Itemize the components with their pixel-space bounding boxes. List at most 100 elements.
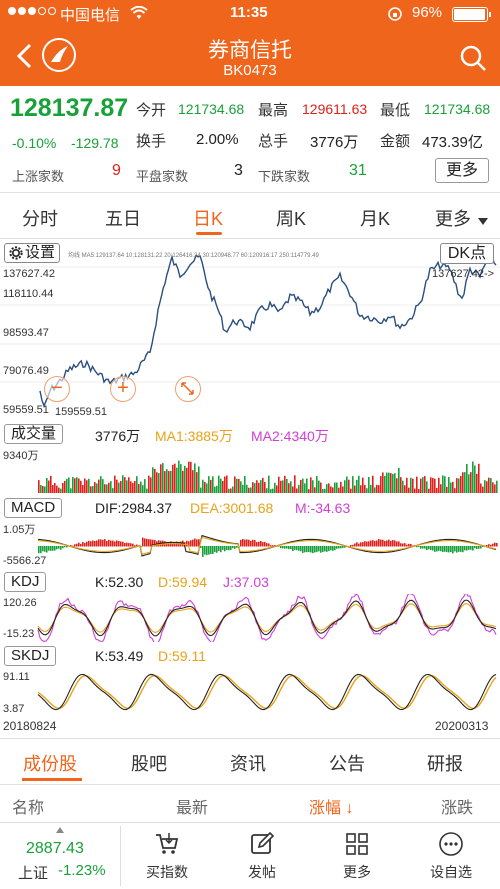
post-button[interactable]: 发帖 [232, 830, 292, 882]
buy-index-button[interactable]: 买指数 [137, 830, 197, 882]
tab-daily-k[interactable]: 日K [193, 205, 223, 231]
tab-news[interactable]: 资讯 [230, 750, 266, 776]
volume-bar [146, 488, 148, 493]
volume-bar [138, 484, 140, 493]
tab-monthly-k[interactable]: 月K [360, 205, 390, 231]
macd-bar [442, 546, 444, 553]
macd-bar [488, 544, 490, 547]
tab-forum[interactable]: 股吧 [131, 750, 167, 776]
column-latest[interactable]: 最新 [176, 794, 208, 818]
kdj-axis-min: -15.23 [3, 628, 35, 640]
divider [0, 238, 500, 239]
macd-bar [200, 546, 202, 548]
tab-weekly-k[interactable]: 周K [276, 205, 306, 231]
macd-bar [298, 546, 300, 551]
skdj-axis-min: 3.87 [3, 703, 25, 715]
macd-bar [308, 546, 310, 553]
macd-bar [216, 546, 218, 553]
macd-bar [130, 543, 132, 547]
tab-more[interactable]: 更多 [435, 205, 471, 231]
expand-chart-button[interactable] [175, 376, 201, 402]
macd-bar [150, 539, 152, 547]
volume-bar [220, 478, 222, 493]
macd-bar [316, 546, 318, 553]
volume-bar [170, 470, 172, 493]
volume-bar [250, 487, 252, 493]
macd-bar [104, 539, 106, 547]
volume-bar [50, 475, 52, 493]
up-count: 9 [112, 162, 121, 179]
tab-constituents[interactable]: 成份股 [23, 750, 77, 776]
macd-dea: DEA:3001.68 [190, 500, 274, 516]
volume-bar [400, 477, 402, 493]
volume-bar [380, 476, 382, 493]
volume-bar [288, 483, 290, 493]
macd-bar [286, 546, 288, 549]
macd-indicator-button[interactable]: MACD [4, 498, 63, 518]
volume-bar [154, 468, 156, 493]
macd-bar [434, 546, 436, 552]
kdj-indicator-button[interactable]: KDJ [4, 572, 47, 592]
more-stats-button[interactable]: 更多 [435, 158, 489, 183]
add-watchlist-button[interactable]: 设自选 [421, 830, 481, 882]
macd-bar [324, 546, 326, 552]
volume-bar [102, 479, 104, 493]
down-count: 31 [349, 162, 367, 179]
macd-bar [426, 546, 428, 551]
skdj-indicator-button[interactable]: SKDJ [4, 646, 57, 666]
price-chart[interactable] [0, 241, 500, 421]
change-percent: -0.10% [12, 135, 57, 151]
tab-five-day[interactable]: 五日 [105, 205, 141, 231]
macd-bar [364, 541, 366, 547]
volume-bar [452, 481, 454, 493]
amount-label: 金额 [380, 133, 411, 150]
kdj-chart [0, 594, 500, 642]
macd-bar [268, 543, 270, 547]
more-button[interactable]: 更多 [327, 830, 387, 882]
macd-bar [386, 540, 388, 547]
macd-bar [244, 539, 246, 547]
volume-bar [116, 479, 118, 493]
volume-bar [284, 475, 286, 493]
macd-bar [220, 546, 222, 553]
index-value[interactable]: 2887.43 [26, 840, 84, 858]
volume-bar [422, 477, 424, 493]
volume-bar [354, 485, 356, 493]
volume-bar [104, 484, 106, 493]
tab-announcements[interactable]: 公告 [329, 750, 365, 776]
volume-bar [468, 474, 470, 493]
chart-settings-button[interactable]: 设置 [4, 243, 61, 263]
macd-bar [240, 539, 242, 547]
tab-intraday[interactable]: 分时 [22, 205, 58, 231]
zoom-in-button[interactable]: + [110, 376, 136, 402]
macd-bar [76, 543, 78, 547]
macd-bar [358, 543, 360, 547]
macd-bar [494, 542, 496, 547]
macd-bar [362, 542, 364, 547]
volume-bar [74, 478, 76, 493]
gear-icon [9, 246, 23, 260]
volume-bar [358, 475, 360, 493]
volume-indicator-button[interactable]: 成交量 [4, 424, 64, 444]
volume-bar [494, 484, 496, 493]
zoom-out-button[interactable]: − [44, 376, 70, 402]
tab-research[interactable]: 研报 [427, 750, 463, 776]
index-code: BK0473 [223, 62, 277, 79]
volume-bar [38, 480, 40, 493]
post-label: 发帖 [248, 864, 276, 880]
search-icon[interactable] [459, 44, 487, 72]
index-change: -1.23% [58, 862, 106, 879]
volume-bar [124, 477, 126, 493]
dk-point-button[interactable]: DK点 [440, 243, 494, 264]
more-label: 更多 [343, 864, 371, 880]
volume-today: 3776万 [95, 428, 141, 444]
macd-bar [420, 546, 422, 549]
column-name[interactable]: 名称 [12, 794, 44, 818]
macd-bar [448, 546, 450, 553]
column-change[interactable]: 涨跌 [441, 794, 473, 818]
volume-bar [256, 480, 258, 493]
volume-bar [140, 481, 142, 493]
macd-bar [468, 546, 470, 550]
chart-settings-label: 设置 [25, 244, 56, 261]
column-change-percent[interactable]: 涨幅 ↓ [309, 794, 353, 818]
